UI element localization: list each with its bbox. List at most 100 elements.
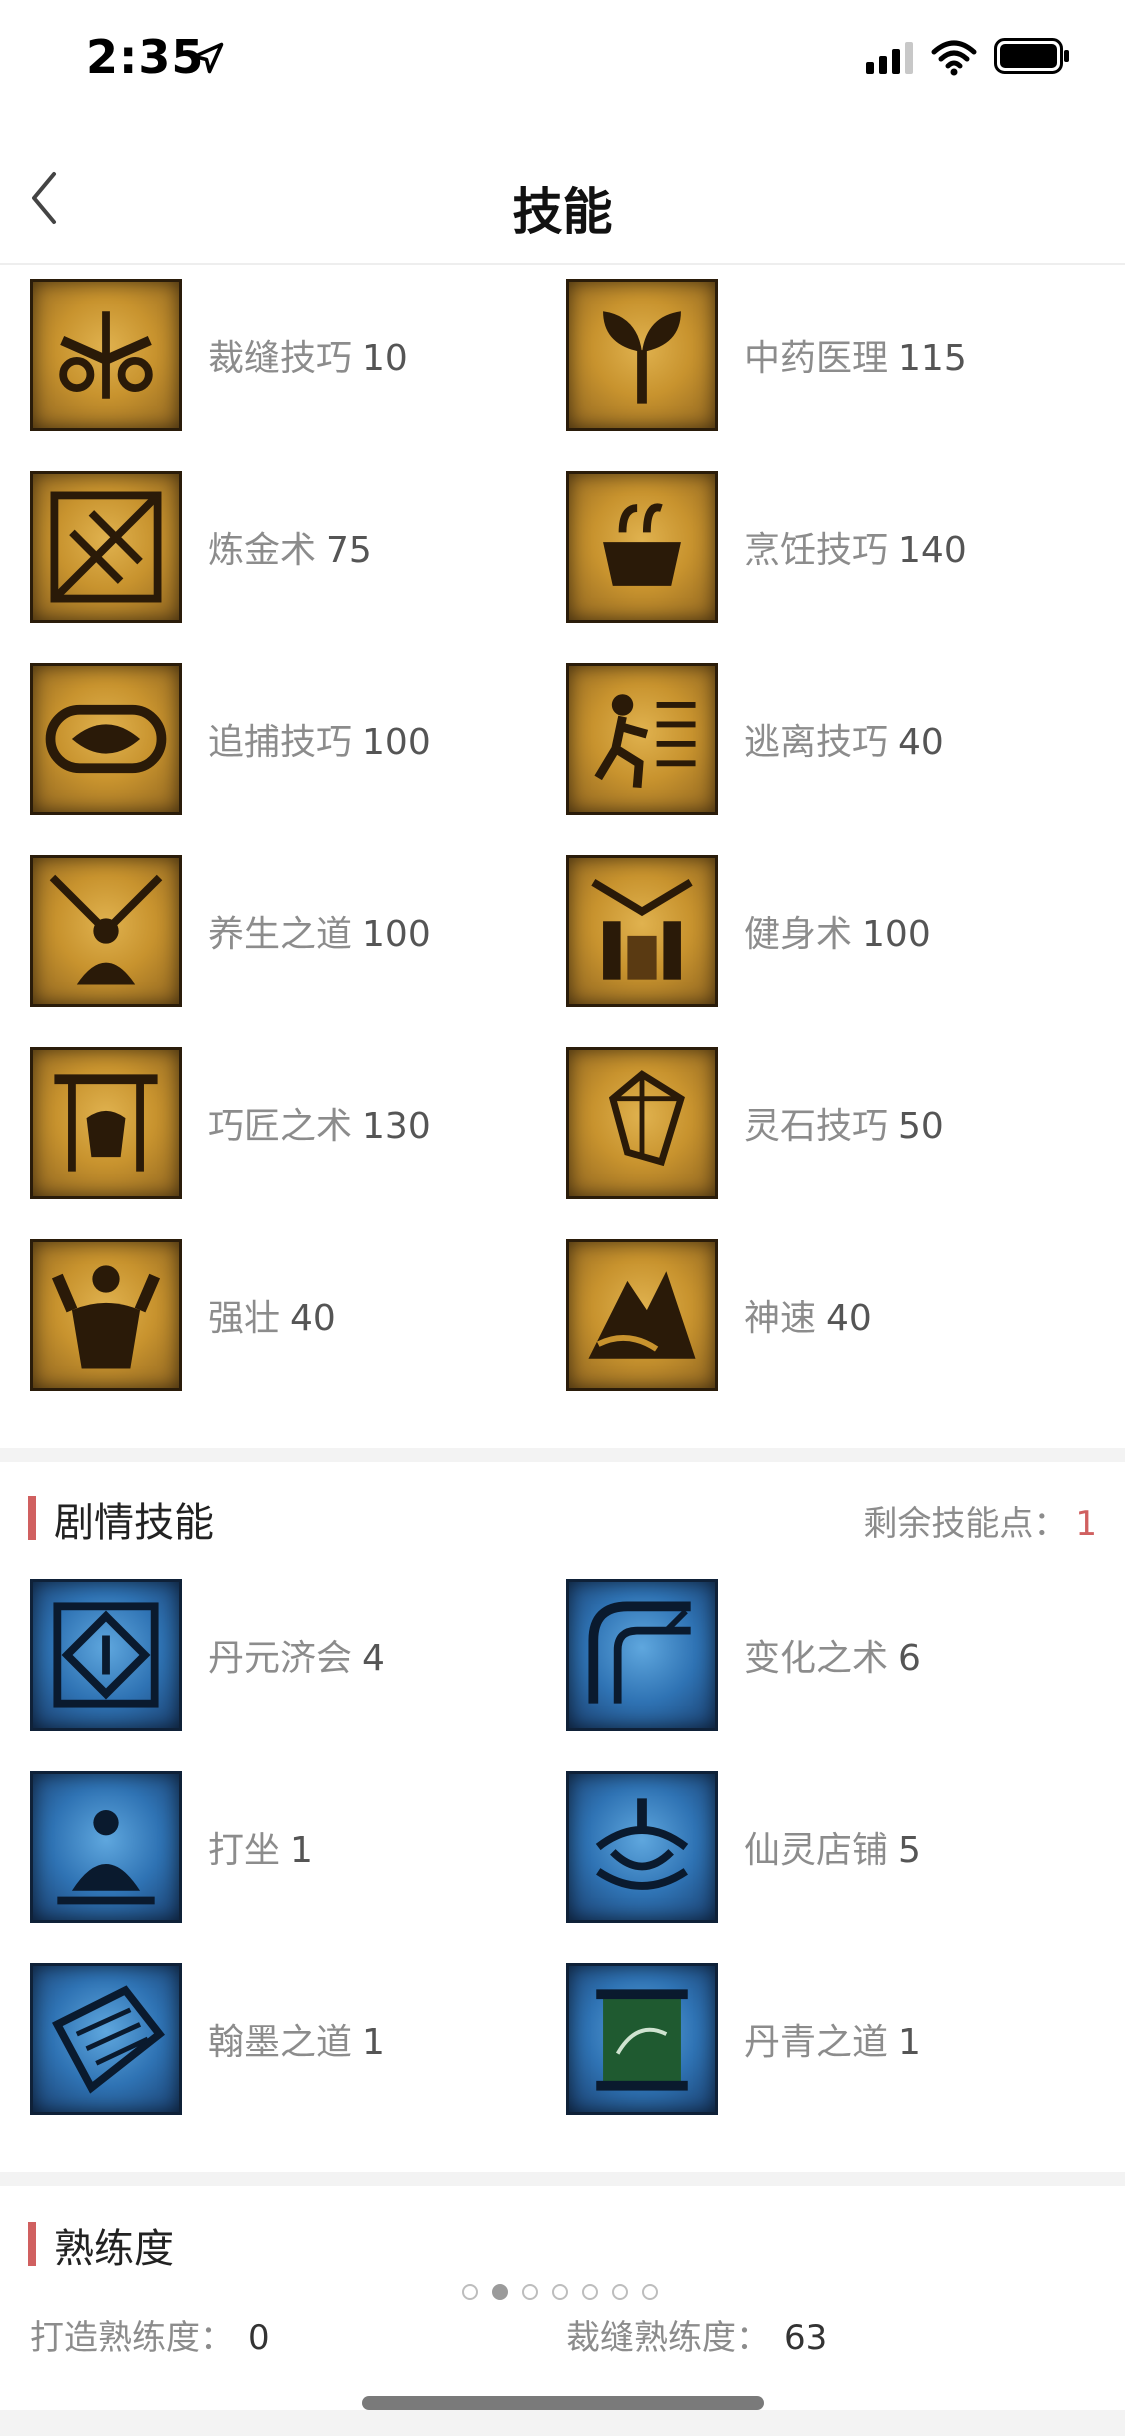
skill-label: 巧匠之术 130 <box>208 1097 431 1149</box>
skill-item[interactable]: 丹元济会 4 <box>30 1579 570 1731</box>
skill-item[interactable]: 巧匠之术 130 <box>30 1047 570 1199</box>
sitting-meditation-icon <box>30 1771 182 1923</box>
skill-name: 裁缝技巧 <box>208 338 353 379</box>
remaining-skill-points-label: 剩余技能点： <box>863 1504 1068 1544</box>
skill-item[interactable]: 仙灵店铺 5 <box>566 1771 1106 1923</box>
skill-item[interactable]: 烹饪技巧 140 <box>566 471 1106 623</box>
proficiency-value: 0 <box>248 2318 270 2358</box>
skill-level: 10 <box>362 338 408 379</box>
skill-name: 巧匠之术 <box>208 1106 353 1147</box>
skill-item[interactable]: 打坐 1 <box>30 1771 570 1923</box>
skill-name: 健身术 <box>744 914 853 955</box>
skill-level: 1 <box>362 2022 385 2063</box>
skill-item[interactable]: 变化之术 6 <box>566 1579 1106 1731</box>
painting-scroll-icon <box>566 1963 718 2115</box>
story-section-title: 剧情技能 <box>54 1500 214 1546</box>
running-man-icon <box>566 663 718 815</box>
skill-label: 仙灵店铺 5 <box>744 1821 921 1873</box>
page-title: 技能 <box>512 183 613 241</box>
section-accent-bar <box>28 1496 36 1540</box>
skill-item[interactable]: 追捕技巧 100 <box>30 663 570 815</box>
skill-item[interactable]: 中药医理 115 <box>566 279 1106 431</box>
skill-level: 5 <box>898 1830 921 1871</box>
skill-name: 中药医理 <box>744 338 889 379</box>
page-dot[interactable] <box>462 2284 478 2300</box>
skill-label: 灵石技巧 50 <box>744 1097 944 1149</box>
skill-name: 神速 <box>744 1298 817 1339</box>
skill-level: 4 <box>362 1638 385 1679</box>
battery-icon <box>994 38 1069 74</box>
skill-name: 打坐 <box>208 1830 281 1871</box>
skill-label: 炼金术 75 <box>208 521 372 573</box>
skill-item[interactable]: 翰墨之道 1 <box>30 1963 570 2115</box>
skill-level: 75 <box>326 530 372 571</box>
skill-item[interactable]: 炼金术 75 <box>30 471 570 623</box>
skill-name: 翰墨之道 <box>208 2022 353 2063</box>
skill-label: 打坐 1 <box>208 1821 313 1873</box>
skill-level: 100 <box>862 914 931 955</box>
remaining-skill-points: 剩余技能点： 1 <box>863 1496 1097 1545</box>
wifi-icon <box>931 40 977 76</box>
skill-label: 健身术 100 <box>744 905 931 957</box>
skill-name: 变化之术 <box>744 1638 889 1679</box>
skill-item[interactable]: 健身术 100 <box>566 855 1106 1007</box>
skill-level: 1 <box>290 1830 313 1871</box>
section-divider <box>0 1448 1125 1462</box>
cellular-signal-icon <box>866 42 913 74</box>
proficiency-item: 打造熟练度： 0 <box>30 2310 270 2359</box>
proficiency-row: 打造熟练度： 0 裁缝熟练度： 63 <box>0 2310 1125 2370</box>
skill-label: 裁缝技巧 10 <box>208 329 408 381</box>
remaining-skill-points-value: 1 <box>1075 1504 1097 1544</box>
skill-label: 烹饪技巧 140 <box>744 521 967 573</box>
page-dot[interactable] <box>642 2284 658 2300</box>
page-dot[interactable] <box>552 2284 568 2300</box>
swift-cloud-icon <box>566 1239 718 1391</box>
skill-name: 灵石技巧 <box>744 1106 889 1147</box>
page-indicator[interactable] <box>462 2284 672 2304</box>
skill-name: 追捕技巧 <box>208 722 353 763</box>
page-dot[interactable] <box>522 2284 538 2300</box>
proficiency-label: 裁缝熟练度： <box>566 2318 770 2358</box>
skill-level: 140 <box>898 530 967 571</box>
story-section-header: 剧情技能 剩余技能点： 1 <box>0 1484 1125 1554</box>
proficiency-item: 裁缝熟练度： 63 <box>566 2310 827 2359</box>
skill-item[interactable]: 强壮 40 <box>30 1239 570 1391</box>
skill-label: 中药医理 115 <box>744 329 967 381</box>
spirit-shop-icon <box>566 1771 718 1923</box>
cooking-pot-icon <box>566 471 718 623</box>
skill-item[interactable]: 丹青之道 1 <box>566 1963 1106 2115</box>
skill-item[interactable]: 神速 40 <box>566 1239 1106 1391</box>
page-dot[interactable] <box>492 2284 508 2300</box>
skill-item[interactable]: 逃离技巧 40 <box>566 663 1106 815</box>
anvil-icon <box>30 1047 182 1199</box>
skill-item[interactable]: 灵石技巧 50 <box>566 1047 1106 1199</box>
home-indicator[interactable] <box>362 2396 764 2410</box>
skill-level: 6 <box>898 1638 921 1679</box>
proficiency-section-header: 熟练度 <box>0 2210 1125 2280</box>
skill-level: 100 <box>362 914 431 955</box>
page-dot[interactable] <box>582 2284 598 2300</box>
meditation-icon <box>30 855 182 1007</box>
section-divider <box>0 2172 1125 2186</box>
skill-label: 逃离技巧 40 <box>744 713 944 765</box>
proficiency-section-title: 熟练度 <box>54 2226 174 2272</box>
skill-item[interactable]: 养生之道 100 <box>30 855 570 1007</box>
skill-label: 养生之道 100 <box>208 905 431 957</box>
page-dot[interactable] <box>612 2284 628 2300</box>
herb-sprout-icon <box>566 279 718 431</box>
skill-name: 养生之道 <box>208 914 353 955</box>
skill-label: 变化之术 6 <box>744 1629 921 1681</box>
skill-level: 115 <box>898 338 967 379</box>
skill-label: 丹元济会 4 <box>208 1629 385 1681</box>
crystal-icon <box>566 1047 718 1199</box>
skill-label: 神速 40 <box>744 1289 872 1341</box>
skill-label: 丹青之道 1 <box>744 2013 921 2065</box>
skill-level: 50 <box>898 1106 944 1147</box>
skill-label: 追捕技巧 100 <box>208 713 431 765</box>
skill-label: 强壮 40 <box>208 1289 336 1341</box>
alchemy-icon <box>30 471 182 623</box>
skill-item[interactable]: 裁缝技巧 10 <box>30 279 570 431</box>
section-accent-bar <box>28 2222 36 2266</box>
skill-label: 翰墨之道 1 <box>208 2013 385 2065</box>
scissors-icon <box>30 279 182 431</box>
